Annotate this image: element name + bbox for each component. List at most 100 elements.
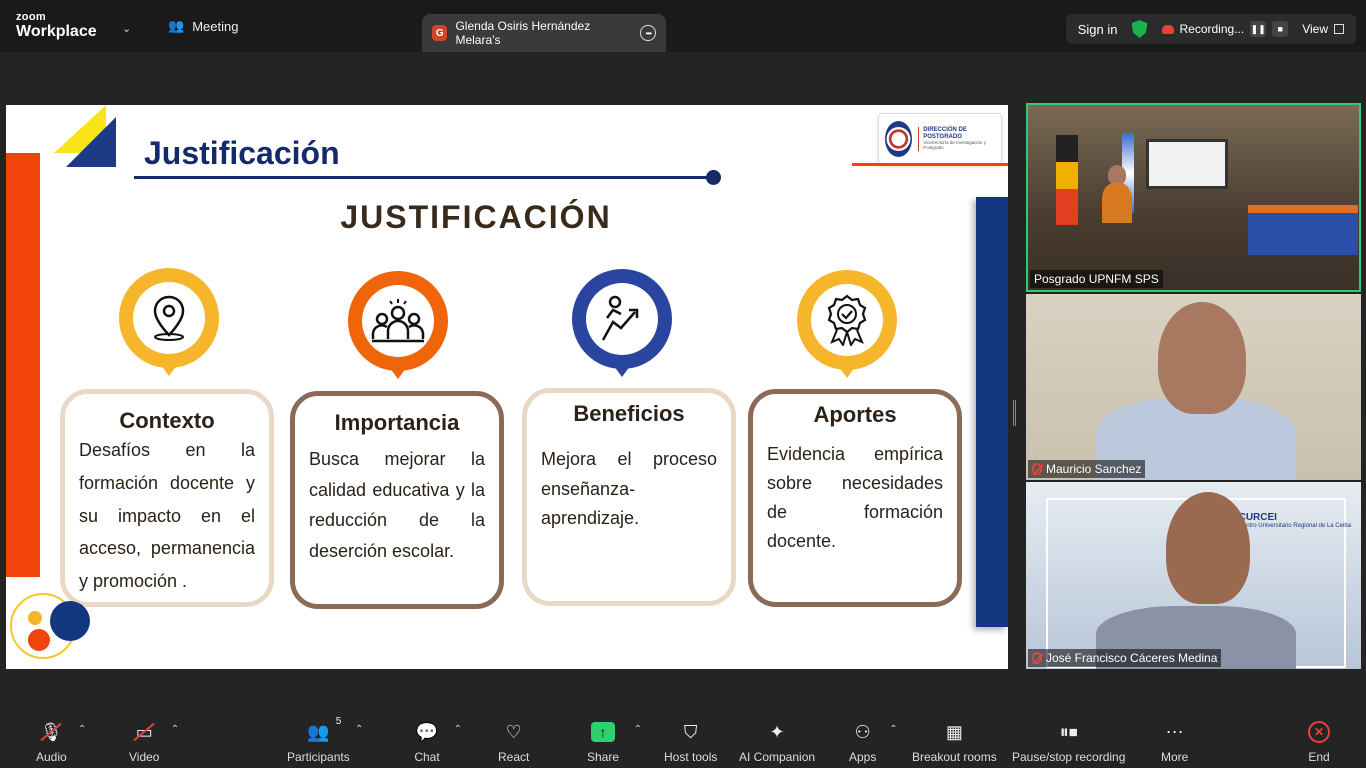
participants-icon: 👥 5 ⌃: [307, 716, 364, 742]
card-body: Evidencia empírica sobre necesidades de …: [767, 444, 943, 552]
share-screen-icon: ↑ ⌃: [590, 720, 642, 744]
share-button[interactable]: ↑ ⌃ Share: [587, 720, 642, 764]
table-image: [1248, 205, 1358, 255]
cloud-record-icon: [1161, 24, 1174, 34]
breakout-rooms-button[interactable]: ▦ Breakout rooms: [912, 720, 997, 765]
close-icon: ✕: [1306, 720, 1332, 744]
card-importancia: Importancia Busca mejorar la calidad edu…: [290, 391, 504, 609]
mic-muted-icon: [1032, 463, 1042, 475]
video-tile[interactable]: Posgrado UPNFM SPS: [1026, 103, 1361, 292]
pause-stop-icon: ⏸⏹: [1059, 721, 1078, 742]
postgrado-logo: DIRECCIÓN DE POSTGRADO Vicerrectoría de …: [878, 113, 1002, 165]
chat-label: Chat: [414, 750, 440, 764]
tab-screen-share[interactable]: G Glenda Osiris Hernández Melara's •••: [422, 14, 666, 52]
decorative-orange-circle: [28, 629, 50, 651]
slide-title: Justificación: [144, 135, 340, 171]
tab-meeting-label: Meeting: [192, 18, 239, 34]
more-icon: ⋯: [1165, 721, 1184, 742]
end-button[interactable]: ✕ End: [1306, 720, 1332, 764]
stop-recording-button[interactable]: ■: [1272, 21, 1289, 37]
ai-companion-label: AI Companion: [739, 750, 816, 764]
react-button[interactable]: ♡ React: [498, 720, 530, 765]
video-off-icon: ▭ ⌃: [131, 720, 180, 744]
shared-screen-slide: Justificación DIRECCIÓN DE POSTGRADO Vic…: [6, 105, 1008, 669]
logo-zoom-text: zoom: [16, 11, 46, 23]
pin-aportes: [797, 270, 897, 388]
card-title: Aportes: [813, 402, 897, 427]
flag-image: [1056, 135, 1078, 225]
card-title: Beneficios: [573, 401, 685, 426]
participants-count: 5: [335, 716, 342, 727]
card-title: Contexto: [119, 408, 215, 433]
tab-meeting[interactable]: 👥 Meeting: [168, 18, 238, 34]
end-label: End: [1308, 750, 1330, 764]
panel-resize-handle[interactable]: [1013, 400, 1016, 426]
card-beneficios: Beneficios Mejora el proceso enseñanza-a…: [522, 388, 736, 606]
title-underline-dot: [706, 170, 721, 185]
pin-importancia: [348, 271, 448, 389]
top-right-controls: Sign in Recording... ❚❚ ■ View: [1065, 14, 1356, 44]
chevron-down-icon[interactable]: ⌄: [122, 22, 131, 35]
participant-name-tag: José Francisco Cáceres Medina: [1028, 649, 1222, 667]
host-tools-button[interactable]: ⛉ Host tools: [664, 720, 717, 765]
more-options-icon[interactable]: •••: [640, 25, 656, 41]
chat-button[interactable]: 💬 ⌃ Chat: [414, 720, 462, 765]
people-icon: 👥: [168, 18, 185, 33]
participant-name-tag: Posgrado UPNFM SPS: [1030, 270, 1163, 288]
ai-companion-button[interactable]: ✦ AI Companion: [739, 720, 816, 765]
curcei-subtitle: Centro Universitario Regional de La Ceib…: [1238, 523, 1351, 529]
tab-screen-share-label: Glenda Osiris Hernández Melara's: [455, 19, 591, 47]
audio-button[interactable]: 🎙 ⌃ Audio: [36, 720, 86, 765]
logo-title: DIRECCIÓN DE POSTGRADO: [923, 127, 967, 141]
microphone-off-icon: 🎙 ⌃: [38, 720, 86, 744]
video-tile[interactable]: CURCEI Centro Universitario Regional de …: [1026, 482, 1361, 669]
title-underline: [134, 176, 714, 179]
award-badge-icon: [811, 284, 883, 356]
video-button[interactable]: ▭ ⌃ Video: [129, 720, 180, 765]
heart-icon: ♡: [505, 721, 522, 742]
pin-contexto: [119, 268, 219, 386]
caret-up-icon[interactable]: ⌃: [78, 724, 86, 735]
top-bar: zoom Workplace ⌄ 👥 Meeting G Glenda Osir…: [0, 0, 1366, 52]
shield-icon: ⛉: [683, 721, 698, 742]
logo-subtitle: Vicerrectoría de Investigación y Postgra…: [923, 139, 986, 150]
slide-heading: JUSTIFICACIÓN: [340, 199, 612, 235]
breakout-rooms-label: Breakout rooms: [912, 750, 997, 764]
pause-recording-button[interactable]: ❚❚: [1250, 21, 1267, 37]
growth-arrow-icon: [586, 283, 658, 355]
participant-figure: [1102, 183, 1132, 223]
caret-up-icon[interactable]: ⌃: [454, 724, 462, 735]
apps-button[interactable]: ⚇ ⌃ Apps: [849, 720, 898, 765]
group-icon: [362, 285, 434, 357]
sign-in-button[interactable]: Sign in: [1078, 22, 1118, 37]
card-body: Mejora el proceso enseñanza-aprendizaje.: [541, 449, 717, 529]
chat-icon: 💬 ⌃: [415, 721, 462, 742]
more-button[interactable]: ⋯ More: [1161, 720, 1188, 765]
video-tile[interactable]: Mauricio Sanchez: [1026, 294, 1361, 480]
card-body: Desafíos en la formación docente y su im…: [79, 440, 255, 591]
apps-icon: ⚇ ⌃: [854, 721, 898, 742]
sparkle-icon: ✦: [769, 721, 785, 742]
logo-text: DIRECCIÓN DE POSTGRADO Vicerrectoría de …: [918, 127, 995, 151]
participant-name: Posgrado UPNFM SPS: [1034, 272, 1159, 286]
caret-up-icon[interactable]: ⌃: [355, 724, 363, 735]
caret-up-icon[interactable]: ⌃: [889, 724, 897, 735]
react-label: React: [498, 750, 530, 764]
mic-muted-icon: [1032, 652, 1042, 664]
caret-up-icon[interactable]: ⌃: [171, 724, 179, 735]
zoom-workplace-logo[interactable]: zoom Workplace: [16, 12, 97, 40]
pause-stop-recording-button[interactable]: ⏸⏹ Pause/stop recording: [1012, 720, 1125, 765]
logo-workplace-text: Workplace: [16, 23, 97, 40]
participant-face: [1166, 492, 1250, 604]
participants-label: Participants: [287, 750, 350, 764]
encryption-shield-icon[interactable]: [1131, 20, 1148, 38]
card-body: Busca mejorar la calidad educativa y la …: [309, 449, 485, 561]
decorative-navy-bar: [976, 197, 1008, 627]
decorative-navy-circle: [50, 601, 90, 641]
caret-up-icon[interactable]: ⌃: [634, 724, 642, 735]
participants-button[interactable]: 👥 5 ⌃ Participants: [287, 716, 364, 764]
participant-face: [1158, 302, 1246, 414]
location-pin-icon: [133, 282, 205, 354]
tv-screen-image: [1146, 139, 1228, 189]
view-button[interactable]: View: [1302, 22, 1344, 36]
